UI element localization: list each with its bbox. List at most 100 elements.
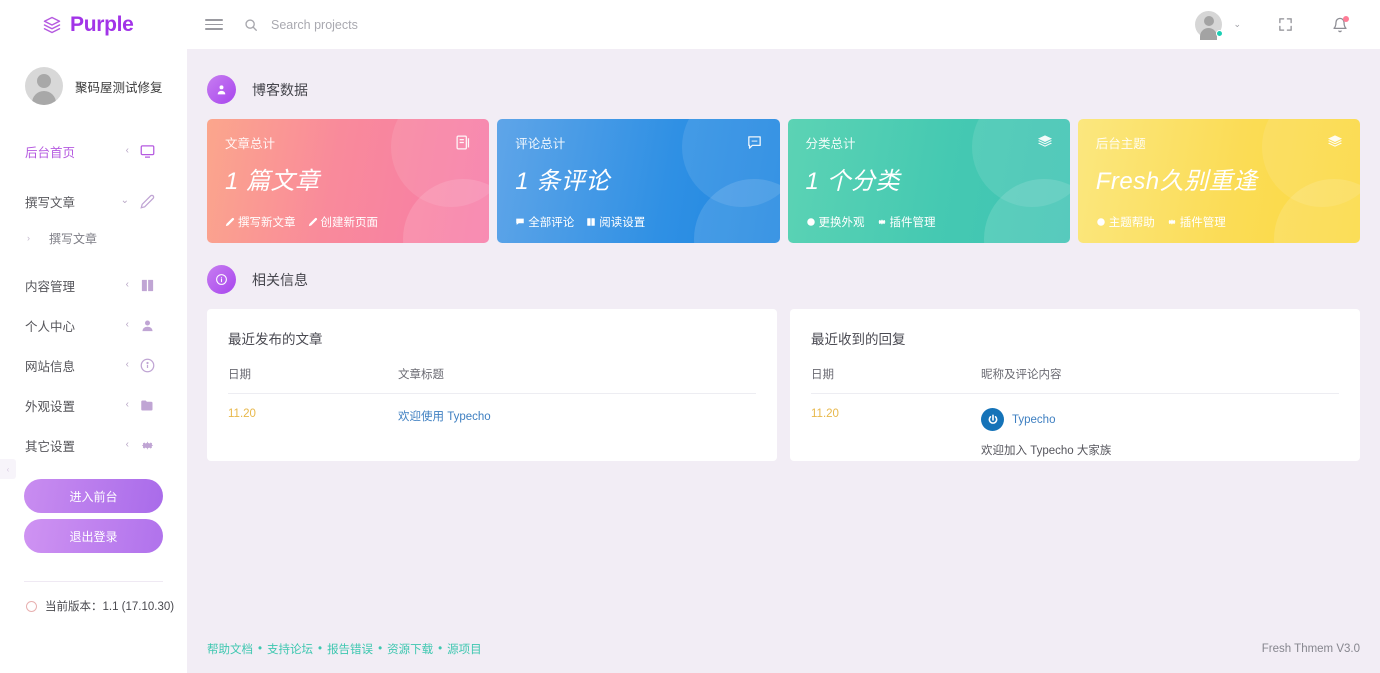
panel-title: 最近收到的回复 bbox=[811, 328, 1339, 348]
card-action-label: 插件管理 bbox=[1180, 214, 1226, 230]
sidebar-item-label: 其它设置 bbox=[25, 436, 126, 455]
card-action-reading-settings[interactable]: 阅读设置 bbox=[586, 214, 645, 230]
footer-link-resources[interactable]: 资源下载 bbox=[387, 641, 433, 657]
card-actions: 更换外观 插件管理 bbox=[806, 214, 936, 230]
footer-link-help-docs[interactable]: 帮助文档 bbox=[207, 641, 253, 657]
app-root: Purple 聚码屋测试修复 后台首页 ‹ 撰写文章 ⌄ bbox=[0, 0, 1380, 673]
person-badge-icon bbox=[207, 75, 236, 104]
comment-author-link[interactable]: Typecho bbox=[1012, 414, 1055, 426]
sidebar-item-label: 撰写文章 bbox=[25, 192, 121, 211]
sidebar-item-label: 内容管理 bbox=[25, 276, 126, 295]
comments-icon bbox=[515, 217, 525, 227]
stat-card-comments[interactable]: 评论总计 1 条评论 全部评论 阅读设置 bbox=[497, 119, 779, 243]
layers-icon bbox=[43, 16, 61, 34]
stat-card-categories[interactable]: 分类总计 1 个分类 更换外观 插件管理 bbox=[788, 119, 1070, 243]
layers-icon bbox=[1037, 134, 1053, 155]
sidebar-item-profile[interactable]: 个人中心 ‹ bbox=[0, 305, 187, 345]
gear-icon bbox=[1167, 217, 1177, 227]
pencil-icon bbox=[140, 194, 155, 209]
help-icon bbox=[1096, 217, 1106, 227]
avatar-head bbox=[1204, 16, 1214, 26]
post-title-link[interactable]: 欢迎使用 Typecho bbox=[398, 411, 491, 423]
section-header-related-info: 相关信息 bbox=[207, 265, 1360, 294]
version-info: 当前版本：1.1 (17.10.30) bbox=[0, 582, 187, 614]
card-action-label: 主题帮助 bbox=[1109, 214, 1155, 230]
topbar: ⌄ bbox=[187, 0, 1380, 49]
content-area: 博客数据 文章总计 1 篇文章 撰写新文章 bbox=[187, 49, 1380, 625]
sidebar-nav: 后台首页 ‹ 撰写文章 ⌄ › 撰写文章 内容管理 bbox=[0, 125, 187, 465]
sidebar-item-other-settings[interactable]: 其它设置 ‹ bbox=[0, 425, 187, 465]
brand-name: Purple bbox=[70, 13, 134, 37]
footer-link-support-forum[interactable]: 支持论坛 bbox=[267, 641, 313, 657]
comment-icon bbox=[746, 134, 763, 156]
card-action-label: 插件管理 bbox=[890, 214, 936, 230]
comment-date: 11.20 bbox=[811, 408, 839, 420]
table-body: 11.20 欢迎使用 Typecho bbox=[228, 394, 756, 425]
card-action-plugins[interactable]: 插件管理 bbox=[877, 214, 936, 230]
footer-link-report-bug[interactable]: 报告错误 bbox=[327, 641, 373, 657]
table-head: 日期 昵称及评论内容 bbox=[811, 366, 1339, 394]
chevron-right-icon: › bbox=[27, 233, 30, 243]
card-action-change-theme[interactable]: 更换外观 bbox=[806, 214, 865, 230]
card-label: 文章总计 bbox=[225, 133, 471, 152]
search-icon bbox=[244, 18, 258, 32]
sidebar-collapse-handle[interactable]: ‹ bbox=[0, 459, 16, 479]
chevron-left-icon: ‹ bbox=[126, 320, 129, 330]
sidebar-subitem-label: 撰写文章 bbox=[49, 230, 97, 247]
search-box[interactable] bbox=[244, 18, 1195, 32]
topbar-actions: ⌄ bbox=[1195, 11, 1348, 38]
fullscreen-icon[interactable] bbox=[1278, 17, 1293, 32]
sidebar-profile[interactable]: 聚码屋测试修复 bbox=[0, 49, 187, 125]
post-date-cell: 11.20 bbox=[228, 394, 398, 425]
sidebar-item-indicators: ‹ bbox=[126, 318, 155, 333]
sidebar-item-appearance[interactable]: 外观设置 ‹ bbox=[0, 385, 187, 425]
logout-button[interactable]: 退出登录 bbox=[24, 519, 163, 553]
info-icon bbox=[140, 358, 155, 373]
search-input[interactable] bbox=[271, 18, 571, 32]
footer-links: 帮助文档 • 支持论坛 • 报告错误 • 资源下载 • 源项目 bbox=[207, 641, 482, 657]
sidebar-item-write[interactable]: 撰写文章 ⌄ bbox=[0, 181, 187, 221]
card-action-theme-help[interactable]: 主题帮助 bbox=[1096, 214, 1155, 230]
comment-date-cell: 11.20 bbox=[811, 394, 981, 459]
card-actions: 主题帮助 插件管理 bbox=[1096, 214, 1226, 230]
sidebar-buttons: 进入前台 退出登录 bbox=[0, 465, 187, 559]
sidebar-subitem-write-post[interactable]: › 撰写文章 bbox=[0, 221, 187, 255]
table-header-row: 日期 昵称及评论内容 bbox=[811, 366, 1339, 394]
avatar-body bbox=[1200, 28, 1217, 40]
hamburger-icon[interactable] bbox=[205, 19, 223, 30]
column-header-title: 文章标题 bbox=[398, 366, 756, 394]
column-header-nickname-content: 昵称及评论内容 bbox=[981, 366, 1339, 394]
table-row: 11.20 Typecho 欢迎加入 Typech bbox=[811, 394, 1339, 459]
sidebar-item-indicators: ‹ bbox=[126, 398, 155, 413]
enter-frontend-button[interactable]: 进入前台 bbox=[24, 479, 163, 513]
chevron-down-icon[interactable]: ⌄ bbox=[1233, 19, 1241, 30]
book-icon bbox=[140, 278, 155, 293]
chevron-left-icon: ‹ bbox=[126, 280, 129, 290]
sidebar-item-label: 后台首页 bbox=[25, 142, 126, 161]
sidebar-item-content[interactable]: 内容管理 ‹ bbox=[0, 265, 187, 305]
stat-card-theme[interactable]: 后台主题 Fresh久别重逢 主题帮助 插件管理 bbox=[1078, 119, 1360, 243]
folder-icon bbox=[140, 398, 155, 413]
panel-title: 最近发布的文章 bbox=[228, 328, 756, 348]
version-text: 当前版本：1.1 (17.10.30) bbox=[45, 598, 174, 614]
stat-card-posts[interactable]: 文章总计 1 篇文章 撰写新文章 创建新页面 bbox=[207, 119, 489, 243]
nav-spacer bbox=[0, 171, 187, 181]
chevron-left-icon: ‹ bbox=[126, 360, 129, 370]
table-header-row: 日期 文章标题 bbox=[228, 366, 756, 394]
column-header-date: 日期 bbox=[811, 366, 981, 394]
table-row: 11.20 欢迎使用 Typecho bbox=[228, 394, 756, 425]
recent-comments-table: 日期 昵称及评论内容 11.20 bbox=[811, 366, 1339, 458]
footer-link-source-project[interactable]: 源项目 bbox=[447, 641, 482, 657]
card-action-plugins[interactable]: 插件管理 bbox=[1167, 214, 1226, 230]
notifications-button[interactable] bbox=[1332, 17, 1348, 33]
card-action-new-page[interactable]: 创建新页面 bbox=[308, 214, 379, 230]
brand[interactable]: Purple bbox=[0, 0, 187, 49]
user-avatar bbox=[25, 67, 63, 105]
card-action-new-post[interactable]: 撰写新文章 bbox=[225, 214, 296, 230]
card-action-all-comments[interactable]: 全部评论 bbox=[515, 214, 574, 230]
sidebar-item-site-info[interactable]: 网站信息 ‹ bbox=[0, 345, 187, 385]
avatar[interactable] bbox=[1195, 11, 1222, 38]
card-actions: 撰写新文章 创建新页面 bbox=[225, 214, 378, 230]
article-icon bbox=[455, 134, 472, 156]
sidebar-item-dashboard[interactable]: 后台首页 ‹ bbox=[0, 131, 187, 171]
